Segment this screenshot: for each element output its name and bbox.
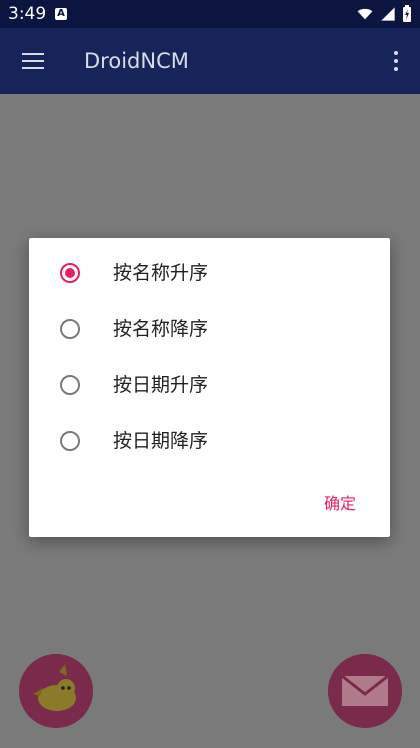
mail-fab[interactable] (328, 654, 402, 728)
signal-icon (380, 6, 396, 26)
option-label: 按名称升序 (113, 262, 209, 284)
radio-unselected[interactable] (60, 375, 80, 395)
a-box-icon: A (55, 8, 67, 20)
more-vert-icon[interactable] (394, 51, 398, 71)
app-bar: DroidNCM (0, 28, 420, 94)
radio-selected[interactable] (60, 263, 80, 283)
sort-option-date-desc[interactable]: 按日期降序 (29, 415, 390, 471)
confirm-button[interactable]: 确定 (324, 494, 356, 514)
sort-option-name-desc[interactable]: 按名称降序 (29, 303, 390, 359)
battery-charging-icon (402, 5, 412, 27)
app-title: DroidNCM (84, 49, 189, 73)
status-icons (356, 5, 412, 27)
radio-unselected[interactable] (60, 319, 80, 339)
status-time: 3:49 (8, 4, 47, 24)
pikachu-icon (19, 654, 93, 728)
option-label: 按日期降序 (113, 430, 209, 452)
sort-dialog: 按名称升序 按名称降序 按日期升序 按日期降序 确定 (29, 238, 390, 537)
status-bar: 3:49 A (0, 0, 420, 28)
radio-unselected[interactable] (60, 431, 80, 451)
wifi-icon (356, 6, 374, 26)
hamburger-icon[interactable] (22, 53, 44, 69)
pikachu-fab[interactable] (19, 654, 93, 728)
sort-option-date-asc[interactable]: 按日期升序 (29, 359, 390, 415)
option-label: 按名称降序 (113, 318, 209, 340)
mail-icon (328, 654, 402, 728)
option-label: 按日期升序 (113, 374, 209, 396)
sort-option-name-asc[interactable]: 按名称升序 (29, 247, 390, 303)
